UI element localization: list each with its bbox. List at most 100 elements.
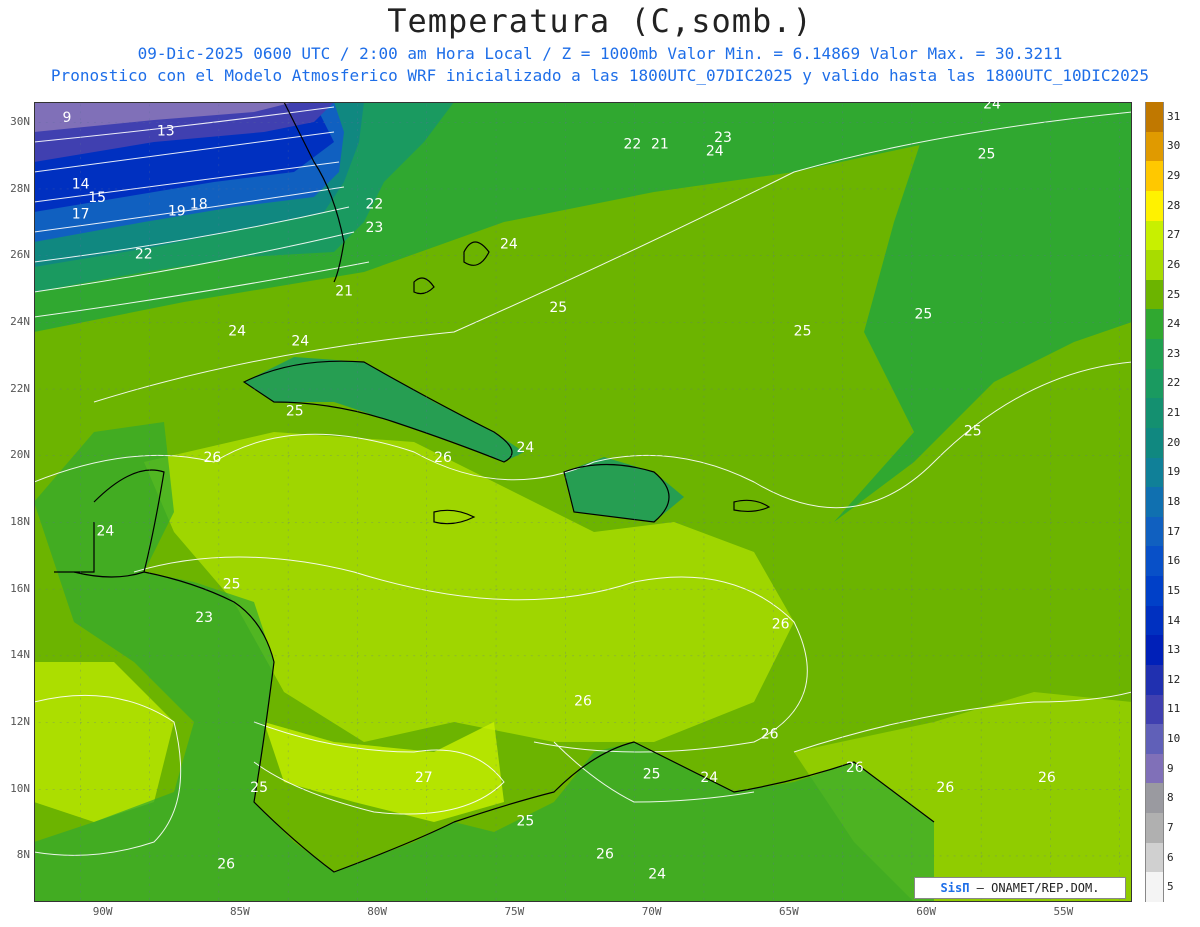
colorbar-label: 18	[1167, 495, 1181, 508]
contour-label: 24	[700, 770, 718, 786]
colorbar-swatch	[1145, 339, 1164, 370]
colorbar-swatch	[1145, 427, 1164, 459]
colorbar-label: 10	[1167, 732, 1181, 746]
contour-label: 25	[250, 780, 268, 796]
forecast-time-info: 09-Dic-2025 0600 UTC / 2:00 am Hora Loca…	[137, 44, 1063, 63]
latitude-label: 26N	[10, 248, 30, 262]
colorbar-swatch	[1145, 516, 1164, 547]
longitude-label: 80W	[367, 905, 388, 918]
colorbar-swatch	[1145, 753, 1164, 784]
contour-label: 24	[291, 333, 309, 349]
colorbar-label: 29	[1167, 169, 1181, 183]
contour-label: 26	[772, 617, 790, 633]
colorbar-label: 28	[1167, 198, 1181, 212]
map-title: Temperatura (C,somb.)	[387, 2, 813, 40]
colorbar-swatch	[1145, 724, 1164, 755]
colorbar-swatch	[1145, 664, 1164, 696]
model-run-info: Pronostico con el Modelo Atmosferico WRF…	[50, 66, 1150, 85]
colorbar-swatch	[1145, 783, 1164, 814]
contour-label: 23	[365, 220, 383, 236]
colorbar-label: 15	[1167, 583, 1181, 597]
colorbar-label: 31	[1167, 109, 1181, 123]
colorbar-swatch	[1145, 190, 1164, 221]
colorbar-label: 22	[1167, 376, 1181, 390]
contour-label: 24	[648, 867, 666, 883]
colorbar-label: 25	[1167, 287, 1181, 301]
colorbar-label: 19	[1167, 465, 1181, 479]
colorbar-label: 6	[1167, 850, 1174, 864]
contour-label: 22	[135, 247, 153, 263]
colorbar-label: 17	[1167, 524, 1181, 538]
contour-label: 26	[596, 847, 614, 863]
contour-label: 25	[516, 813, 534, 829]
colorbar-label: 26	[1167, 257, 1181, 271]
contour-label: 21	[335, 283, 353, 299]
contour-label: 25	[978, 147, 996, 163]
credit-box: SisΠ – ONAMET/REP.DOM.	[914, 877, 1126, 899]
latitude-label: 22N	[10, 381, 30, 395]
contour-label: 26	[761, 727, 779, 743]
longitude-label: 85W	[229, 905, 250, 918]
latitude-label: 8N	[16, 848, 30, 862]
colorbar-swatch	[1145, 457, 1164, 488]
contour-label: 25	[794, 323, 812, 339]
colorbar-label: 13	[1167, 643, 1181, 657]
colorbar-label: 5	[1167, 880, 1174, 894]
contour-label: 24	[96, 523, 114, 539]
colorbar-swatch	[1145, 813, 1164, 844]
colorbar-swatch	[1145, 635, 1164, 666]
colorbar-swatch	[1145, 576, 1164, 607]
contour-label: 24	[706, 143, 724, 159]
contour-label: 9	[62, 110, 71, 126]
colorbar-swatch	[1145, 842, 1164, 873]
colorbar-swatch	[1145, 694, 1164, 725]
contour-label: 26	[217, 857, 235, 873]
colorbar-swatch	[1145, 605, 1164, 636]
colorbar-swatch	[1145, 102, 1164, 133]
colorbar-label: 27	[1167, 228, 1181, 242]
contour-label: 15	[88, 190, 106, 206]
colorbar-swatch	[1145, 398, 1164, 429]
contour-label: 14	[72, 177, 90, 193]
contour-label: 17	[72, 207, 90, 223]
colorbar-swatch	[1145, 250, 1164, 281]
contour-label: 25	[964, 423, 982, 439]
latitude-label: 18N	[10, 515, 30, 528]
longitude-label: 60W	[916, 905, 937, 918]
colorbar-swatch	[1145, 546, 1164, 577]
latitude-label: 28N	[10, 181, 30, 195]
latitude-label: 10N	[10, 781, 30, 795]
contour-label: 25	[643, 767, 661, 783]
colorbar-label: 30	[1167, 139, 1181, 153]
colorbar-swatch	[1145, 279, 1164, 310]
longitude-label: 65W	[778, 905, 799, 918]
brand-logo: SisΠ	[940, 881, 970, 895]
latitude-label: 30N	[10, 115, 30, 128]
contour-label: 23	[195, 610, 213, 626]
contour-label: 18	[190, 197, 208, 213]
contour-label: 24	[983, 102, 1001, 113]
credit-text: – ONAMET/REP.DOM.	[969, 881, 1100, 895]
colorbar-label: 7	[1167, 820, 1174, 834]
colorbar-swatch	[1145, 220, 1164, 251]
contour-label: 19	[168, 203, 186, 219]
colorbar-label: 16	[1167, 554, 1181, 568]
contour-label: 26	[1038, 770, 1056, 786]
longitude-label: 75W	[504, 905, 525, 918]
latitude-label: 12N	[10, 715, 30, 728]
longitude-label: 55W	[1053, 905, 1074, 918]
contour-label: 22	[623, 137, 641, 153]
contour-label: 26	[574, 693, 592, 709]
colorbar-swatch	[1145, 309, 1164, 340]
colorbar-label: 8	[1167, 791, 1174, 805]
colorbar-swatch	[1145, 368, 1164, 399]
contour-label: 24	[500, 237, 518, 253]
latitude-label: 14N	[10, 648, 30, 662]
longitude-label: 90W	[92, 905, 113, 918]
colorbar-label: 12	[1167, 672, 1181, 686]
colorbar-label: 21	[1167, 406, 1181, 420]
contour-label: 26	[434, 450, 452, 466]
latitude-label: 20N	[10, 448, 30, 462]
contour-label: 25	[286, 403, 304, 419]
latitude-label: 16N	[10, 581, 30, 595]
